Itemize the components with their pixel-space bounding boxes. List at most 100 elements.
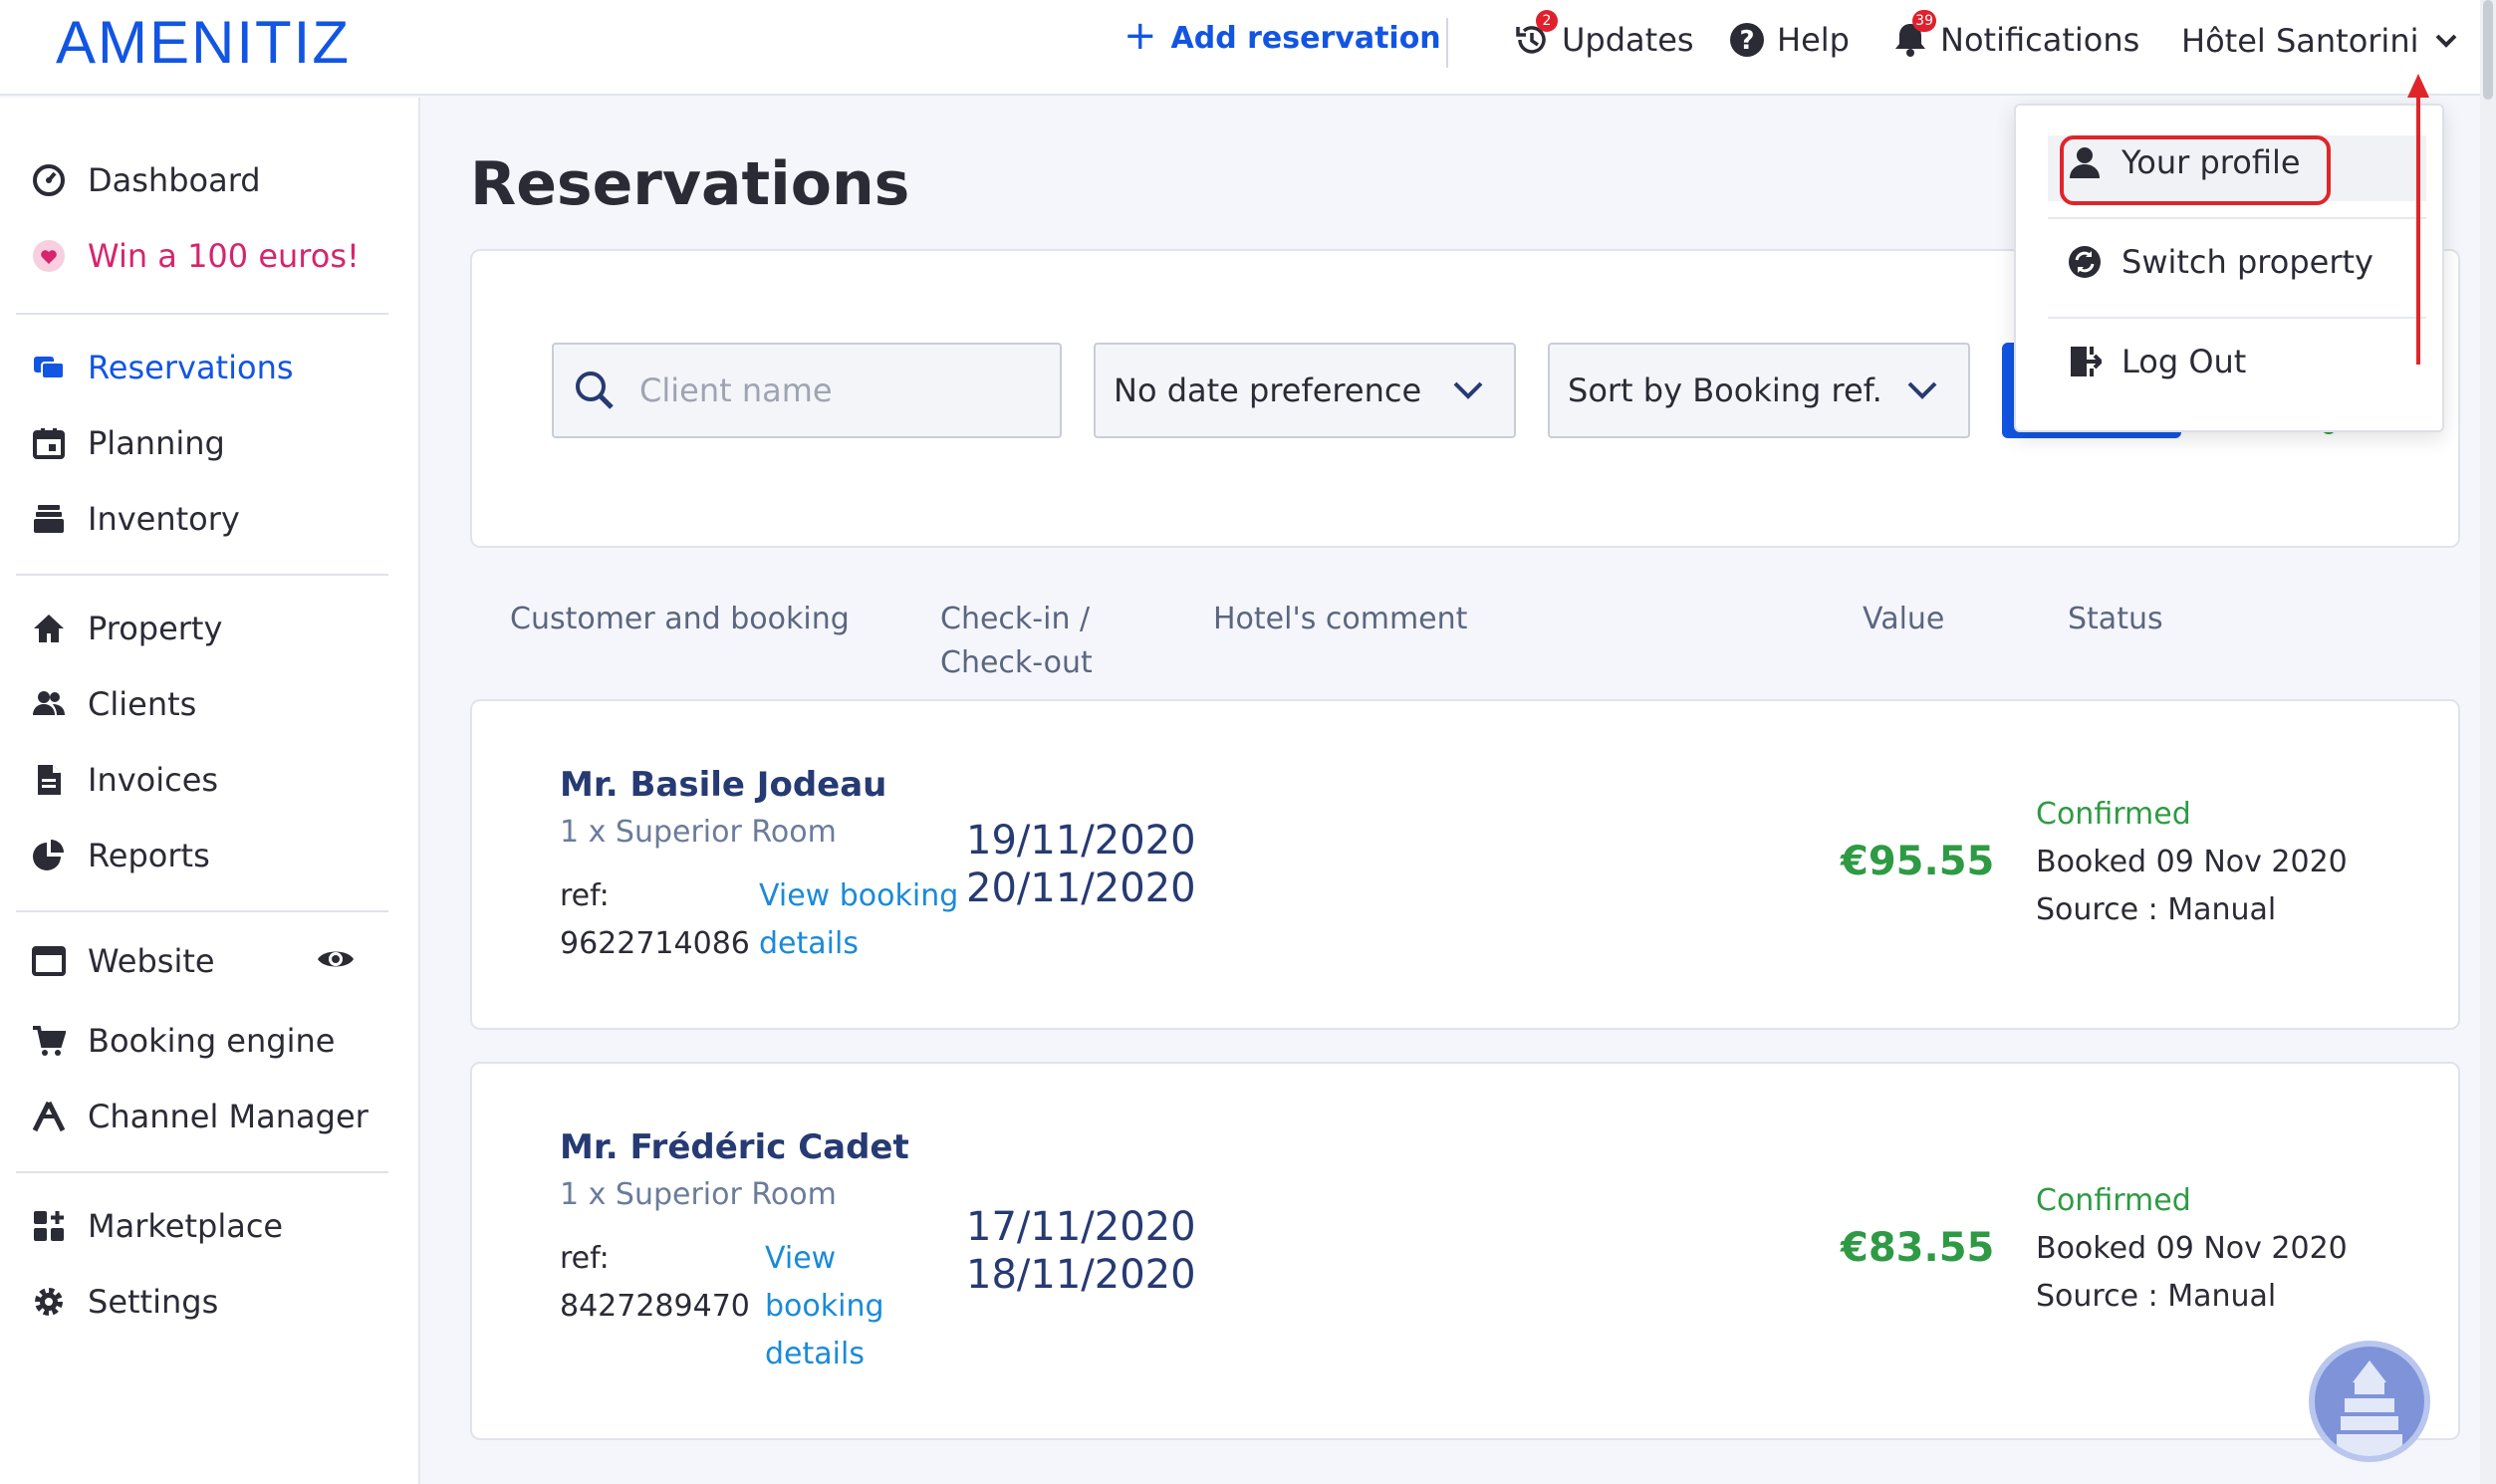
logout-icon bbox=[2071, 347, 2102, 376]
help-button[interactable]: ? Help bbox=[1727, 20, 1850, 60]
gear-icon bbox=[35, 1288, 63, 1316]
pie-chart-icon bbox=[33, 840, 64, 870]
client-search-field[interactable] bbox=[552, 343, 1062, 438]
updates-badge: 2 bbox=[1536, 10, 1558, 32]
amenitiz-logo[interactable]: AMENITIZ bbox=[56, 8, 351, 77]
view-booking-details-link[interactable]: View booking details bbox=[759, 872, 958, 968]
customer-name[interactable]: Mr. Frédéric Cadet bbox=[560, 1127, 909, 1167]
users-icon bbox=[33, 691, 65, 715]
lighthouse-icon bbox=[2337, 1360, 2402, 1456]
scrollbar-thumb[interactable] bbox=[2483, 0, 2493, 100]
menu-item-label: Log Out bbox=[2122, 343, 2247, 380]
sidebar-item-label: Property bbox=[88, 610, 223, 647]
view-booking-details-link[interactable]: View booking details bbox=[765, 1235, 884, 1378]
booked-date: Booked 09 Nov 2020 bbox=[2036, 1231, 2348, 1266]
sidebar-item-inventory[interactable]: Inventory bbox=[32, 500, 240, 538]
reservation-value: €83.55 bbox=[1841, 1225, 1995, 1271]
sidebar-item-label: Dashboard bbox=[88, 161, 261, 199]
sidebar-item-channel-manager[interactable]: Channel Manager bbox=[32, 1098, 369, 1135]
sidebar-item-label: Booking engine bbox=[88, 1022, 336, 1060]
calendar-icon bbox=[33, 428, 65, 459]
stay-dates: 17/11/2020 18/11/2020 bbox=[966, 1203, 1196, 1299]
apps-add-icon bbox=[34, 1211, 64, 1241]
sidebar-item-clients[interactable]: Clients bbox=[32, 685, 196, 723]
view-booking-link-line: booking bbox=[765, 1289, 884, 1324]
sidebar-item-dashboard[interactable]: Dashboard bbox=[32, 161, 261, 199]
booking-ref-label: ref: bbox=[560, 878, 610, 913]
sync-icon bbox=[2069, 246, 2101, 278]
column-header-checkin-line2: Check-out bbox=[940, 645, 1093, 680]
sidebar-item-marketplace[interactable]: Marketplace bbox=[32, 1207, 283, 1245]
status-badge: Confirmed bbox=[2036, 1183, 2191, 1218]
eye-icon[interactable] bbox=[317, 946, 355, 976]
menu-item-log-out[interactable]: Log Out bbox=[2068, 343, 2246, 380]
heart-icon bbox=[33, 240, 65, 272]
sidebar-item-label: Reports bbox=[88, 837, 210, 874]
add-reservation-label: Add reservation bbox=[1170, 20, 1441, 56]
plus-icon: + bbox=[1123, 13, 1157, 59]
reservation-value: €95.55 bbox=[1841, 839, 1995, 884]
checkin-date: 17/11/2020 bbox=[966, 1204, 1196, 1250]
cart-icon bbox=[33, 1026, 66, 1056]
menu-divider bbox=[2048, 317, 2426, 319]
stay-dates: 19/11/2020 20/11/2020 bbox=[966, 817, 1196, 912]
file-invoice-icon bbox=[38, 765, 61, 795]
hotel-selector[interactable]: Hôtel Santorini bbox=[2181, 22, 2458, 60]
booking-source: Source : Manual bbox=[2036, 1279, 2277, 1314]
annotation-arrow-icon bbox=[2407, 74, 2429, 365]
column-header-customer: Customer and booking bbox=[510, 602, 850, 636]
sidebar-item-reservations[interactable]: Reservations bbox=[32, 349, 294, 386]
sidebar-item-website[interactable]: Website bbox=[32, 942, 215, 980]
sidebar-item-promo[interactable]: Win a 100 euros! bbox=[32, 237, 360, 275]
customer-name[interactable]: Mr. Basile Jodeau bbox=[560, 765, 886, 805]
menu-item-switch-property[interactable]: Switch property bbox=[2068, 243, 2373, 281]
sidebar-item-property[interactable]: Property bbox=[32, 610, 222, 647]
channel-manager-icon bbox=[32, 1101, 66, 1132]
booking-source: Source : Manual bbox=[2036, 892, 2277, 927]
sidebar-divider bbox=[16, 1171, 388, 1173]
booking-ref: ref: 8427289470 bbox=[560, 1235, 750, 1331]
chevron-down-icon bbox=[1453, 381, 1483, 399]
date-preference-select[interactable]: No date preference bbox=[1094, 343, 1516, 438]
sidebar-item-invoices[interactable]: Invoices bbox=[32, 761, 218, 799]
chevron-down-icon bbox=[2436, 34, 2457, 48]
top-bar: AMENITIZ + Add reservation 2 Updates ? H… bbox=[0, 0, 2480, 96]
column-header-value: Value bbox=[1863, 602, 1945, 636]
home-icon bbox=[34, 615, 64, 642]
booking-ref-number: 8427289470 bbox=[560, 1289, 750, 1324]
sidebar-item-settings[interactable]: Settings bbox=[32, 1283, 218, 1321]
sidebar-item-label: Reservations bbox=[88, 349, 294, 386]
notifications-label: Notifications bbox=[1940, 21, 2140, 59]
bell-icon: 39 bbox=[1890, 10, 1936, 60]
search-icon bbox=[576, 371, 614, 409]
sidebar-item-planning[interactable]: Planning bbox=[32, 424, 225, 462]
column-header-status: Status bbox=[2068, 602, 2163, 636]
client-name-input[interactable] bbox=[639, 371, 1018, 409]
menu-item-label: Switch property bbox=[2122, 243, 2373, 281]
reservation-status: Confirmed Booked 09 Nov 2020 Source : Ma… bbox=[2036, 1177, 2348, 1321]
sidebar-item-label: Channel Manager bbox=[88, 1098, 369, 1135]
date-preference-value: No date preference bbox=[1114, 371, 1422, 409]
updates-button[interactable]: 2 Updates bbox=[1512, 10, 1694, 60]
sidebar-item-reports[interactable]: Reports bbox=[32, 837, 210, 874]
sidebar-item-booking-engine[interactable]: Booking engine bbox=[32, 1022, 335, 1060]
notifications-badge: 39 bbox=[1912, 10, 1936, 32]
view-booking-link-line: View bbox=[765, 1241, 837, 1276]
sidebar-item-label: Marketplace bbox=[88, 1207, 284, 1245]
sidebar-item-label: Settings bbox=[88, 1283, 219, 1321]
support-chat-button[interactable] bbox=[2309, 1341, 2430, 1462]
sidebar-item-label: Invoices bbox=[88, 761, 219, 799]
page-scrollbar[interactable] bbox=[2480, 0, 2496, 1484]
room-type: 1 x Superior Room bbox=[560, 815, 837, 850]
sort-select[interactable]: Sort by Booking ref. bbox=[1548, 343, 1970, 438]
column-header-comment: Hotel's comment bbox=[1213, 602, 1468, 636]
view-booking-link-line: details bbox=[765, 1337, 865, 1371]
add-reservation-button[interactable]: + Add reservation bbox=[1123, 16, 1441, 56]
hotel-name: Hôtel Santorini bbox=[2181, 22, 2419, 60]
checkout-date: 20/11/2020 bbox=[966, 866, 1196, 911]
sidebar-divider bbox=[16, 574, 388, 576]
sort-value: Sort by Booking ref. bbox=[1568, 371, 1882, 409]
column-header-checkin-line1: Check-in / bbox=[940, 602, 1091, 636]
notifications-button[interactable]: 39 Notifications bbox=[1890, 10, 2140, 60]
browser-window-icon bbox=[32, 946, 66, 976]
